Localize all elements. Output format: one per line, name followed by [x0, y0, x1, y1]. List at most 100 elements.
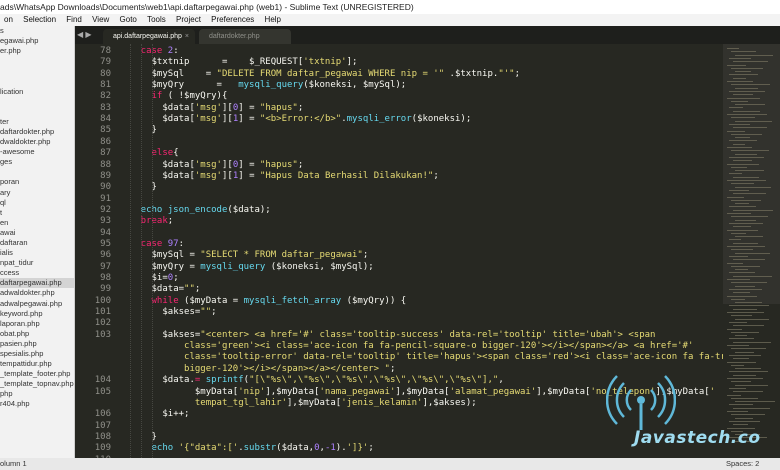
sidebar-item[interactable]: daftaran: [0, 238, 74, 248]
sidebar-item[interactable]: obat.php: [0, 329, 74, 339]
code-token: $data=: [151, 284, 185, 295]
sidebar-item[interactable]: ialis: [0, 248, 74, 258]
code-line: tempat_tgl_lahir'],$myData['jenis_kelami…: [195, 398, 477, 408]
minimap-line: [727, 97, 760, 99]
sidebar-item[interactable]: laporan.php: [0, 319, 74, 329]
sidebar-item[interactable]: adwaldokter.php: [0, 288, 74, 298]
sidebar-item[interactable]: egawai.php: [0, 36, 74, 46]
sidebar-item[interactable]: lication: [0, 87, 74, 97]
menu-preferences[interactable]: Preferences: [207, 14, 258, 26]
tab-nav-arrows[interactable]: ◀ ▶: [77, 29, 99, 41]
minimap-line: [727, 328, 742, 330]
sidebar-item[interactable]: php: [0, 389, 74, 399]
minimap-line: [731, 84, 770, 86]
minimap-line: [731, 282, 767, 284]
code-line: $data['msg'][0] = "hapus";: [162, 103, 303, 113]
sidebar-item[interactable]: pasien.php: [0, 339, 74, 349]
sidebar-item[interactable]: ql: [0, 198, 74, 208]
close-icon[interactable]: ×: [185, 29, 189, 44]
minimap-line: [729, 305, 769, 307]
line-number: 104: [94, 375, 111, 386]
code-line: $txtnip = $_REQUEST['txtnip'];: [152, 57, 358, 67]
code-token: $i++;: [162, 409, 190, 420]
menu-selection[interactable]: Selection: [19, 14, 60, 26]
minimap-line: [735, 54, 773, 56]
minimap-line: [727, 64, 746, 66]
sidebar-item[interactable]: ccess: [0, 268, 74, 278]
line-number: 97: [100, 261, 111, 272]
sidebar-item[interactable]: ter: [0, 117, 74, 127]
sidebar-item[interactable]: t: [0, 208, 74, 218]
sidebar-item[interactable]: awai: [0, 228, 74, 238]
sidebar-item[interactable]: poran: [0, 177, 74, 187]
sidebar-item[interactable]: tempattidur.php: [0, 359, 74, 369]
minimap-line: [727, 262, 743, 264]
menu-selection-partial[interactable]: on: [0, 14, 17, 26]
code-token: mysqli_error: [346, 114, 412, 125]
sidebar-item[interactable]: [0, 56, 74, 66]
minimap-line: [731, 117, 755, 119]
minimap-line: [727, 81, 753, 82]
sidebar-item[interactable]: npat_tidur: [0, 258, 74, 268]
sidebar-item[interactable]: r404.php: [0, 399, 74, 409]
window-title: ads\WhatsApp Downloads\Documents\web1\ap…: [0, 0, 780, 14]
line-number: 81: [100, 80, 111, 91]
code-token: ],$myData[: [265, 386, 320, 397]
code-line: if ( !$myQry){: [152, 91, 228, 101]
minimap-line: [727, 180, 766, 181]
sidebar-item[interactable]: -awesome: [0, 147, 74, 157]
minimap-line: [729, 57, 751, 59]
sidebar-item[interactable]: daftarpegawai.php: [0, 278, 74, 289]
code-token: break: [140, 216, 168, 227]
sidebar-item[interactable]: _template_footer.php: [0, 369, 74, 379]
minimap-line: [729, 206, 756, 208]
minimap-line: [731, 51, 756, 53]
minimap-line: [727, 114, 767, 115]
sidebar-item[interactable]: daftardokter.php: [0, 127, 74, 137]
minimap-line: [733, 143, 745, 145]
sidebar-item[interactable]: er.php: [0, 46, 74, 56]
code-line: class='green'><i class='ace-icon fa fa-p…: [184, 341, 693, 351]
menu-find[interactable]: Find: [62, 14, 86, 26]
tab-daftardokter[interactable]: daftardokter.php: [199, 29, 291, 44]
tab-api-daftarpegawai[interactable]: api.daftarpegawai.php ×: [103, 29, 195, 44]
menu-help[interactable]: Help: [261, 14, 285, 26]
sidebar-item[interactable]: [0, 167, 74, 177]
line-number: 106: [94, 409, 111, 420]
code-token: 'txtnip': [303, 57, 347, 68]
sidebar-item[interactable]: spesialis.php: [0, 349, 74, 359]
menu-view[interactable]: View: [88, 14, 113, 26]
menu-goto[interactable]: Goto: [116, 14, 141, 26]
sidebar-item[interactable]: dwaldokter.php: [0, 137, 74, 147]
code-token: ],$myData[: [287, 397, 342, 408]
code-token: ;: [297, 159, 304, 170]
sidebar-item[interactable]: s: [0, 26, 74, 36]
line-number: 99: [100, 284, 111, 295]
status-indentation[interactable]: Spaces: 2: [726, 458, 759, 470]
line-number: 94: [100, 227, 111, 238]
sidebar-item[interactable]: en: [0, 218, 74, 228]
sidebar-file-tree: s egawai.php er.php lication ter daftardokter…: [0, 26, 75, 458]
sidebar-item[interactable]: [0, 97, 74, 107]
sidebar-item[interactable]: [0, 66, 74, 76]
code-token: mysqli_query: [200, 261, 271, 272]
code-token: 97: [167, 238, 179, 249]
code-token: case: [140, 238, 168, 249]
code-token: class='green'><i class='ace-icon fa fa-p…: [184, 341, 694, 352]
sidebar-item[interactable]: [0, 76, 74, 86]
code-token: bigger-120'></i></span></a></center> ": [184, 363, 390, 374]
sidebar-item[interactable]: _template_topnav.php: [0, 379, 74, 389]
menu-tools[interactable]: Tools: [143, 14, 170, 26]
sidebar-item[interactable]: ary: [0, 188, 74, 198]
code-line: case 2:: [141, 46, 179, 56]
menu-project[interactable]: Project: [172, 14, 205, 26]
code-token: "DELETE FROM daftar_pegawai WHERE nip = …: [216, 68, 445, 79]
minimap-line: [735, 318, 769, 320]
sidebar-item[interactable]: keyword.php: [0, 309, 74, 319]
sidebar-item[interactable]: ges: [0, 157, 74, 167]
code-token: sprintf: [205, 375, 244, 386]
sidebar-item[interactable]: adwalpegawai.php: [0, 299, 74, 309]
code-token: if: [151, 91, 168, 102]
sidebar-item[interactable]: [0, 107, 74, 117]
minimap-line: [735, 170, 764, 172]
